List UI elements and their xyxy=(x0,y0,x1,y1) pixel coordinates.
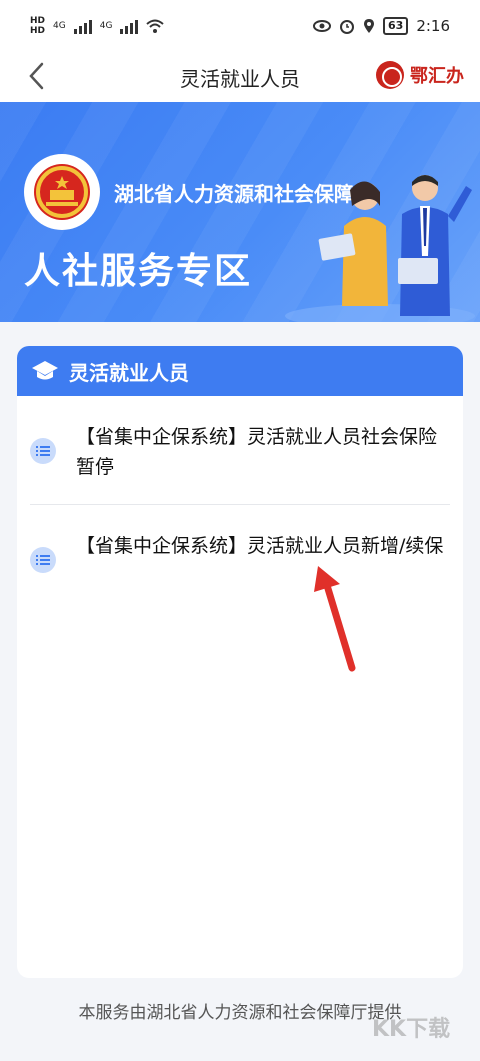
status-right: 63 2:16 xyxy=(313,17,450,35)
chevron-left-icon xyxy=(29,62,44,90)
signal-icon-2 xyxy=(120,18,139,34)
network-label-1: 4G xyxy=(53,21,66,31)
eye-icon xyxy=(313,20,331,32)
list-item-suspend-insurance[interactable]: 【省集中企保系统】灵活就业人员社会保险暂停 xyxy=(30,396,450,504)
location-icon xyxy=(364,19,374,33)
graduation-cap-icon xyxy=(32,361,58,380)
service-list: 【省集中企保系统】灵活就业人员社会保险暂停 【省集中企保系统】灵活就业人员新增/… xyxy=(17,396,463,595)
card-header: 灵活就业人员 xyxy=(17,346,463,396)
page-title: 灵活就业人员 xyxy=(180,66,300,91)
service-card: 灵活就业人员 【省集中企保系统】灵活就业人员社会保险暂停 【省集中企保系统】灵活… xyxy=(17,346,463,978)
brand-name: 鄂汇办 xyxy=(410,66,464,87)
signal-icon xyxy=(73,18,92,34)
national-emblem-icon xyxy=(24,154,100,230)
banner-title: 人社服务专区 xyxy=(24,251,253,292)
clock: 2:16 xyxy=(416,17,450,35)
battery-indicator: 63 xyxy=(383,17,409,35)
status-left: HD HD 4G 4G xyxy=(30,16,165,36)
banner: 湖北省人力资源和社会保障厅 人社服务专区 xyxy=(0,102,480,322)
staff-illustration-icon xyxy=(285,175,475,322)
kkx-watermark-logo: KK下载 www.kkx.net xyxy=(372,1016,458,1042)
list-item-label: 【省集中企保系统】灵活就业人员社会保险暂停 xyxy=(76,426,438,478)
annotation-arrow-icon xyxy=(314,566,356,672)
back-button[interactable] xyxy=(22,58,52,94)
alarm-icon xyxy=(340,20,354,34)
list-item-add-renew-insurance[interactable]: 【省集中企保系统】灵活就业人员新增/续保 xyxy=(30,504,450,595)
ehuiban-logo-icon xyxy=(376,61,404,89)
list-item-label: 【省集中企保系统】灵活就业人员新增/续保 xyxy=(76,535,444,557)
watermark-text: KK下载 www.kkx.net xyxy=(372,1016,458,1042)
brand-logo-button[interactable]: 鄂汇办 xyxy=(376,61,464,89)
network-label-2: 4G xyxy=(99,21,113,31)
section-title: 灵活就业人员 xyxy=(69,360,189,385)
nav-bar: 灵活就业人员 鄂汇办 xyxy=(0,52,480,102)
list-icon xyxy=(30,547,56,573)
wifi-icon xyxy=(146,19,165,33)
status-bar: HD HD 4G 4G 63 2:16 xyxy=(0,0,480,52)
list-icon xyxy=(30,438,56,464)
hd-indicator: HD HD xyxy=(30,16,46,36)
